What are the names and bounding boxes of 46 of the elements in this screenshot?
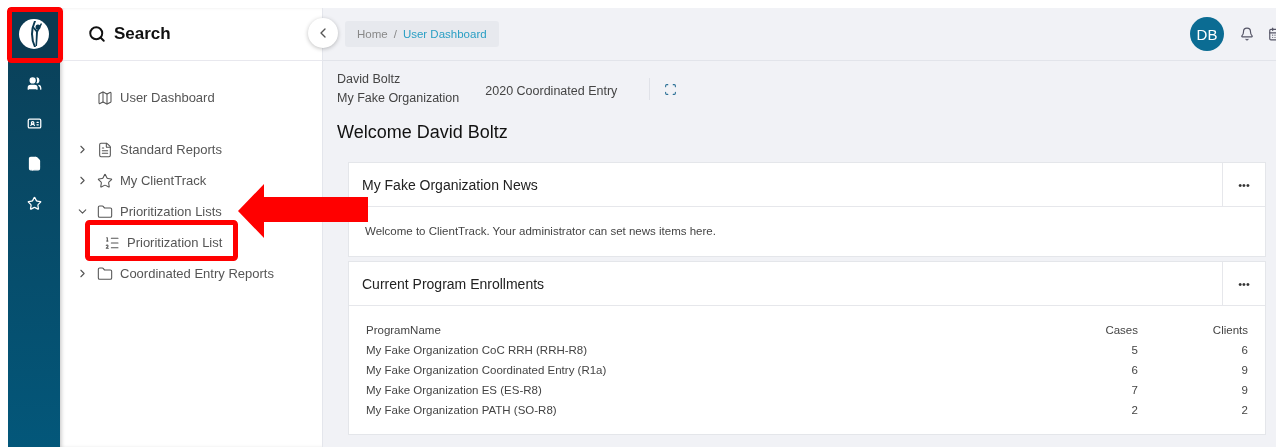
card-title: My Fake Organization News	[362, 176, 539, 193]
tree-item[interactable]: Prioritization Lists	[76, 196, 222, 227]
table-cell-text: My Fake Organization ES (ES-R8)	[366, 384, 543, 396]
table-cell-text: My Fake Organization Coordinated Entry (R1a)	[366, 364, 608, 376]
folder-icon	[97, 265, 113, 282]
search-icon[interactable]	[88, 25, 106, 43]
folder-icon	[97, 203, 113, 220]
document-icon[interactable]	[26, 156, 42, 171]
tree-item[interactable]: My ClientTrack	[76, 165, 207, 196]
table-cell-text: 7	[1130, 384, 1138, 396]
tree-item[interactable]: Prioritization List	[76, 227, 223, 258]
tree-item[interactable]: Standard Reports	[76, 134, 222, 165]
table-cell-text: 6	[1240, 344, 1248, 356]
organization-name: My Fake Organization	[337, 90, 460, 107]
user-avatar[interactable]: DB	[1190, 17, 1224, 51]
user-name: David Boltz	[337, 71, 402, 88]
table-cell-text: 9	[1240, 364, 1248, 376]
search-label[interactable]: Search	[114, 24, 171, 44]
id-card-icon[interactable]	[26, 116, 42, 131]
welcome-heading: Welcome David Boltz	[337, 122, 509, 143]
context-label: 2020 Coordinated Entry	[485, 84, 618, 98]
document-icon	[97, 141, 113, 158]
column-header: ProgramName	[366, 324, 442, 336]
star-icon[interactable]	[26, 196, 42, 211]
card-text: Welcome to ClientTrack. Your administrator can set news items here.	[364, 224, 717, 239]
tree-item[interactable]: User Dashboard	[76, 82, 215, 113]
highlight-box	[7, 7, 63, 63]
card-title: Current Program Enrollments	[362, 275, 546, 292]
table-cell-text: 6	[1130, 364, 1138, 376]
column-header: Clients	[1211, 324, 1248, 336]
breadcrumb-separator: /	[393, 28, 397, 40]
table-cell-text: My Fake Organization CoC RRH (RRH-R8)	[366, 344, 589, 356]
table-cell-text: My Fake Organization PATH (SO-R8)	[366, 404, 558, 416]
bell-icon[interactable]	[1240, 27, 1254, 41]
numbered-list-icon	[104, 234, 120, 251]
table-cell-text: 5	[1130, 344, 1138, 356]
table-cell-text: 2	[1130, 404, 1138, 416]
star-icon	[97, 172, 113, 189]
map-icon	[97, 89, 113, 106]
users-icon[interactable]	[26, 76, 42, 91]
fullscreen-icon[interactable]	[664, 82, 678, 96]
table-cell-text: 9	[1240, 384, 1248, 396]
logo-icon[interactable]	[18, 18, 50, 50]
tree-item[interactable]: Coordinated Entry Reports	[76, 258, 274, 289]
column-header: Cases	[1104, 324, 1138, 336]
table-cell-text: 2	[1240, 404, 1248, 416]
